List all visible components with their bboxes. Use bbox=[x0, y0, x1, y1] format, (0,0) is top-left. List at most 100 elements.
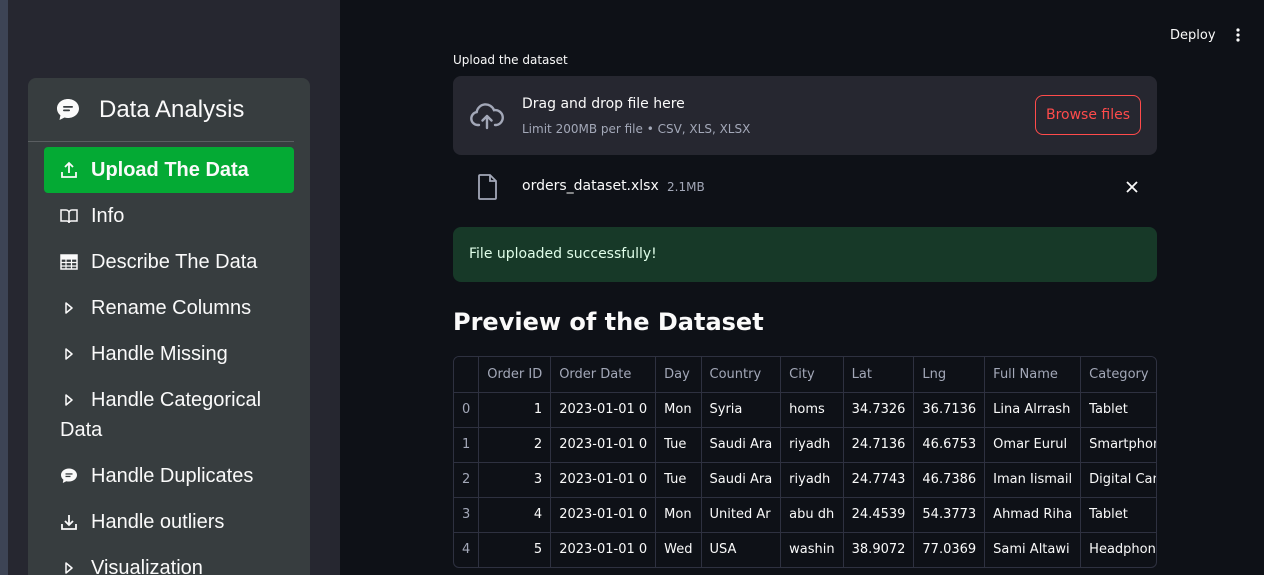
download-icon bbox=[60, 507, 78, 537]
table-cell[interactable]: Tablet bbox=[1080, 392, 1156, 428]
table-cell[interactable]: 46.6753 bbox=[913, 427, 986, 463]
table-cell[interactable]: Digital Can bbox=[1080, 462, 1156, 498]
column-header[interactable]: Lng bbox=[913, 357, 986, 393]
table-cell[interactable]: 2 bbox=[478, 427, 552, 463]
dataframe-table[interactable]: Order ID Order Date Day Country City Lat Lng Fu… bbox=[453, 356, 1157, 568]
table-cell[interactable]: abu dh bbox=[780, 497, 844, 533]
deploy-button[interactable]: Deploy bbox=[1160, 22, 1226, 48]
table-cell[interactable]: 2023-01-01 0 bbox=[550, 462, 657, 498]
table-cell[interactable]: Smartphon bbox=[1080, 427, 1156, 463]
table-cell[interactable]: 24.7743 bbox=[843, 462, 915, 498]
table-cell[interactable]: 54.3773 bbox=[913, 497, 986, 533]
table-header-row: Order ID Order Date Day Country City Lat Lng Fu… bbox=[454, 357, 1156, 393]
nav-item-label: Handle Categorical Data bbox=[60, 389, 262, 441]
table-cell[interactable]: Lina Alrrash bbox=[984, 392, 1082, 428]
table-cell[interactable]: 38.9072 bbox=[843, 532, 915, 567]
browse-files-button[interactable]: Browse files bbox=[1035, 95, 1141, 135]
table-cell[interactable]: homs bbox=[780, 392, 844, 428]
column-header[interactable]: Country bbox=[701, 357, 782, 393]
table-row: 4 5 2023-01-01 0 Wed USA washin 38.9072 77.0369… bbox=[454, 532, 1156, 567]
table-cell[interactable]: riyadh bbox=[780, 462, 844, 498]
table-cell[interactable]: Ahmad Riha bbox=[984, 497, 1082, 533]
row-index-cell[interactable]: 1 bbox=[454, 427, 480, 463]
table-cell[interactable]: Iman Iismail bbox=[984, 462, 1082, 498]
table-cell[interactable]: 24.7136 bbox=[843, 427, 915, 463]
table-cell[interactable]: 2023-01-01 0 bbox=[550, 532, 657, 567]
data-table: Order ID Order Date Day Country City Lat Lng Fu… bbox=[454, 357, 1156, 567]
uploaded-file-row: orders_dataset.xlsx 2.1MB bbox=[453, 168, 1157, 206]
table-cell[interactable]: Tablet bbox=[1080, 497, 1156, 533]
nav-item-describe-the-data[interactable]: Describe The Data bbox=[44, 247, 294, 277]
nav-item-rename-columns[interactable]: Rename Columns bbox=[44, 293, 294, 323]
table-cell[interactable]: 2023-01-01 0 bbox=[550, 427, 657, 463]
nav-item-handle-duplicates[interactable]: Handle Duplicates bbox=[44, 461, 294, 491]
row-index-cell[interactable]: 0 bbox=[454, 392, 480, 428]
table-cell[interactable]: Syria bbox=[701, 392, 782, 428]
upload-icon bbox=[60, 147, 78, 193]
table-cell[interactable]: Saudi Ara bbox=[701, 462, 782, 498]
file-size: 2.1MB bbox=[667, 180, 705, 194]
table-cell[interactable]: 46.7386 bbox=[913, 462, 986, 498]
dropzone-title: Drag and drop file here bbox=[522, 96, 685, 112]
column-header[interactable]: Order Date bbox=[550, 357, 657, 393]
alert-text: File uploaded successfully! bbox=[469, 246, 657, 262]
index-header[interactable] bbox=[454, 357, 480, 393]
column-header[interactable]: Order ID bbox=[478, 357, 552, 393]
caret-right-icon bbox=[60, 553, 78, 575]
nav-item-handle-outliers[interactable]: Handle outliers bbox=[44, 507, 294, 537]
column-header[interactable]: Lat bbox=[843, 357, 915, 393]
table-cell[interactable]: Saudi Ara bbox=[701, 427, 782, 463]
table-cell[interactable]: 2023-01-01 0 bbox=[550, 497, 657, 533]
table-cell[interactable]: United Ar bbox=[701, 497, 782, 533]
kebab-menu-icon[interactable] bbox=[1228, 22, 1248, 48]
table-cell[interactable]: 1 bbox=[478, 392, 552, 428]
caret-right-icon bbox=[60, 339, 78, 369]
table-row: 2 3 2023-01-01 0 Tue Saudi Ara riyadh 24.7743 4… bbox=[454, 462, 1156, 498]
preview-title: Preview of the Dataset bbox=[453, 308, 764, 336]
table-cell[interactable]: 34.7326 bbox=[843, 392, 915, 428]
nav-item-handle-missing[interactable]: Handle Missing bbox=[44, 339, 294, 369]
table-cell[interactable]: 4 bbox=[478, 497, 552, 533]
nav-item-info[interactable]: Info bbox=[44, 201, 294, 231]
caret-right-icon bbox=[60, 293, 78, 323]
table-cell[interactable]: Sami Altawi bbox=[984, 532, 1082, 567]
column-header[interactable]: City bbox=[780, 357, 844, 393]
file-dropzone[interactable]: Drag and drop file here Limit 200MB per … bbox=[453, 76, 1157, 155]
row-index-cell[interactable]: 4 bbox=[454, 532, 480, 567]
nav-item-label: Visualization bbox=[91, 557, 203, 575]
table-cell[interactable]: 77.0369 bbox=[913, 532, 986, 567]
row-index-cell[interactable]: 3 bbox=[454, 497, 480, 533]
nav-item-upload-the-data[interactable]: Upload The Data bbox=[44, 147, 294, 193]
table-cell[interactable]: Omar Eurul bbox=[984, 427, 1082, 463]
table-icon bbox=[60, 247, 78, 277]
upload-label: Upload the dataset bbox=[453, 53, 568, 67]
column-header[interactable]: Category bbox=[1080, 357, 1156, 393]
row-index-cell[interactable]: 2 bbox=[454, 462, 480, 498]
table-cell[interactable]: 2023-01-01 0 bbox=[550, 392, 657, 428]
table-cell[interactable]: Tue bbox=[655, 462, 702, 498]
nav-item-label: Handle Duplicates bbox=[91, 465, 254, 487]
table-cell[interactable]: Mon bbox=[655, 392, 702, 428]
table-cell[interactable]: 36.7136 bbox=[913, 392, 986, 428]
success-alert: File uploaded successfully! bbox=[453, 227, 1157, 282]
table-cell[interactable]: 24.4539 bbox=[843, 497, 915, 533]
nav-item-label: Handle Missing bbox=[91, 343, 228, 365]
table-cell[interactable]: riyadh bbox=[780, 427, 844, 463]
table-cell[interactable]: Wed bbox=[655, 532, 702, 567]
table-row: 0 1 2023-01-01 0 Mon Syria homs 34.7326 36.7136… bbox=[454, 392, 1156, 428]
table-cell[interactable]: USA bbox=[701, 532, 782, 567]
book-icon bbox=[60, 201, 78, 231]
nav-item-visualization[interactable]: Visualization bbox=[44, 553, 294, 575]
column-header[interactable]: Day bbox=[655, 357, 702, 393]
table-cell[interactable]: Tue bbox=[655, 427, 702, 463]
close-icon[interactable] bbox=[1121, 176, 1143, 198]
nav-item-handle-categorical-data[interactable]: Handle Categorical Data bbox=[44, 385, 294, 445]
column-header[interactable]: Full Name bbox=[984, 357, 1082, 393]
table-cell[interactable]: Headphon bbox=[1080, 532, 1156, 567]
menu-title: Data Analysis bbox=[99, 95, 245, 123]
table-cell[interactable]: Mon bbox=[655, 497, 702, 533]
chat-icon bbox=[55, 97, 81, 123]
table-cell[interactable]: washin bbox=[780, 532, 844, 567]
table-cell[interactable]: 5 bbox=[478, 532, 552, 567]
table-cell[interactable]: 3 bbox=[478, 462, 552, 498]
